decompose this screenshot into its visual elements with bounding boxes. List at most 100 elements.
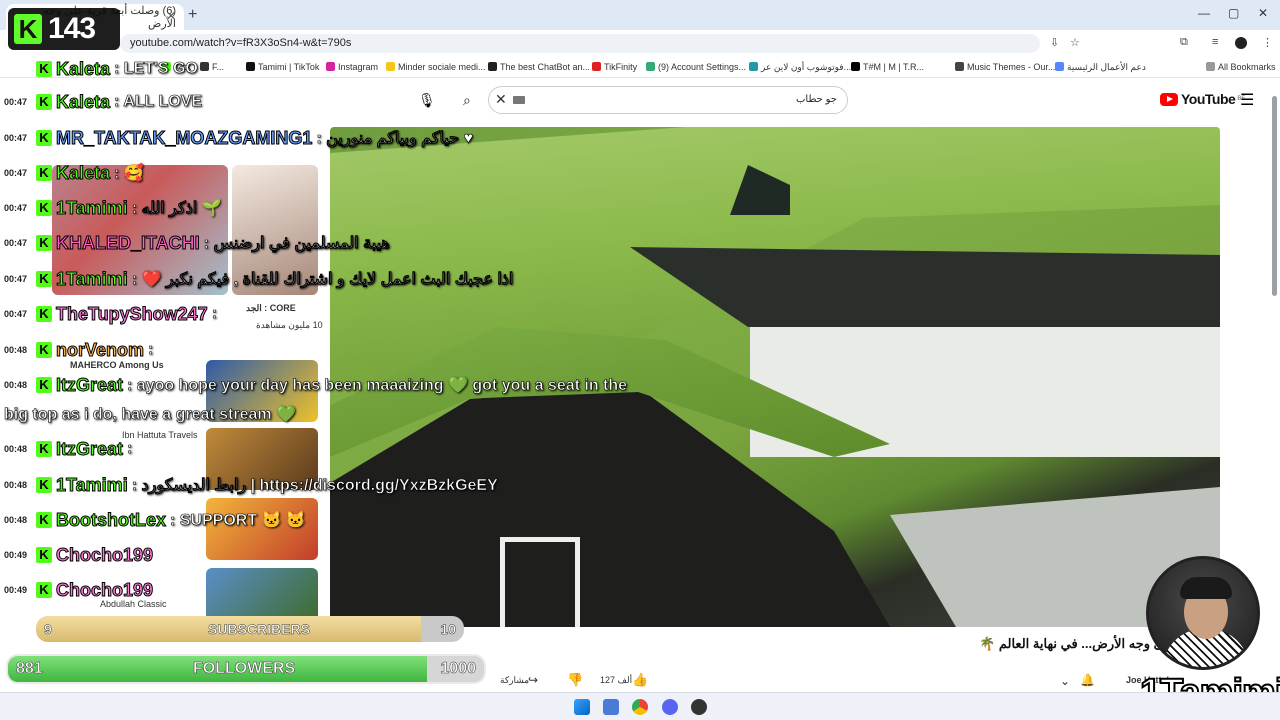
bookmark-item[interactable]: Minder sociale medi...	[386, 62, 486, 72]
chat-message: 00:47 K Kaleta: ALL LOVE	[4, 91, 202, 113]
file-explorer-icon[interactable]	[603, 699, 619, 715]
like-icon[interactable]: 👍	[632, 672, 648, 688]
chat-timestamp: 00:47	[4, 309, 28, 319]
kick-badge-icon: K	[36, 477, 52, 493]
chat-timestamp: 00:47	[4, 238, 28, 248]
chat-text: :	[211, 305, 218, 323]
youtube-play-icon	[1160, 92, 1178, 106]
notification-bell-icon[interactable]: 🔔	[1080, 673, 1095, 687]
kick-badge-icon: K	[36, 200, 52, 216]
chat-username[interactable]: ItzGreat	[55, 374, 123, 396]
close-window-icon[interactable]: ✕	[1258, 6, 1268, 20]
chat-text: : اذكر الله 🌱	[131, 200, 222, 218]
bookmark-item[interactable]: F...	[200, 62, 224, 72]
microphone-icon[interactable]: 🎙	[418, 92, 436, 109]
discord-icon[interactable]	[662, 699, 678, 715]
chat-username[interactable]: TheTupyShow247	[56, 303, 209, 325]
kick-badge-icon: K	[36, 547, 52, 563]
bookmark-item[interactable]: فوتوشوب أون لاين عر...	[749, 62, 851, 73]
guide-menu-icon[interactable]: ☰	[1240, 90, 1254, 110]
bookmark-item[interactable]: (9) Account Settings...	[646, 62, 746, 72]
chat-text: : ❤️ اذا عجبك البث اعمل لايك و اشتراك لل…	[131, 271, 514, 289]
new-tab-icon[interactable]: +	[188, 6, 197, 24]
bookmark-star-icon[interactable]: ☆	[1070, 36, 1080, 49]
chat-text: : ALL LOVE	[114, 93, 203, 111]
kick-badge-icon: K	[36, 130, 52, 146]
followers-target: 1000	[440, 660, 476, 678]
chat-username[interactable]: 1Tamimi	[56, 474, 129, 496]
chat-username[interactable]: MR_TAKTAK_MOAZGAMING1	[55, 127, 312, 149]
chat-text: :	[148, 341, 154, 359]
keyboard-icon[interactable]	[513, 96, 525, 104]
suggestion-channel: Ibn Hattuta Travels	[122, 430, 198, 440]
kick-badge-icon: K	[36, 94, 52, 110]
kick-badge-icon: K	[36, 377, 52, 393]
kick-badge-icon: K	[36, 342, 52, 358]
chat-username[interactable]: Chocho199	[55, 579, 153, 601]
browser-tab-bar: (6) وصلت أبعد قرية على وجه الأرض ✕ + — ▢…	[0, 0, 1280, 30]
clear-search-icon[interactable]: ✕	[495, 91, 507, 108]
chat-username[interactable]: BootshotLex	[56, 509, 167, 531]
dislike-icon[interactable]: 👎	[567, 672, 583, 688]
chat-username[interactable]: 1Tamimi	[56, 197, 129, 219]
scrollbar-thumb[interactable]	[1272, 96, 1277, 296]
bookmark-item[interactable]: TikFinity	[592, 62, 637, 72]
close-tab-icon[interactable]: ✕	[166, 9, 176, 23]
bookmark-item[interactable]: Music Themes - Our...	[955, 62, 1055, 72]
maximize-icon[interactable]: ▢	[1228, 6, 1239, 20]
chat-username[interactable]: Kaleta	[55, 162, 110, 184]
chat-message: 00:47 K KHALED_ITACHI: هيبة المسلمين في ار…	[4, 232, 390, 254]
chat-username[interactable]: Kaleta	[55, 58, 110, 80]
chat-username[interactable]: KHALED_ITACHI	[56, 232, 201, 254]
subscribers-target: 10	[440, 621, 456, 638]
search-icon[interactable]: ⌕	[463, 92, 471, 109]
chat-message: 00:47 K Kaleta: 🥰	[4, 162, 144, 184]
subscribers-label: SUBSCRIBERS	[208, 621, 310, 638]
share-button[interactable]: مشاركة	[500, 675, 529, 686]
chat-username[interactable]: Chocho199	[55, 544, 153, 566]
expand-chevron-icon[interactable]: ⌄	[1060, 674, 1070, 688]
chat-username[interactable]: ItzGreat	[55, 438, 123, 460]
windows-taskbar	[0, 692, 1280, 720]
chat-username[interactable]: norVenom	[55, 339, 144, 361]
search-input[interactable]: ⌕ ✕ جو حطاب	[463, 86, 848, 114]
chat-message: 00:47 K 1Tamimi: ❤️ اذا عجبك البث اعمل لاي…	[4, 268, 514, 290]
kick-badge-icon: K	[36, 582, 52, 598]
chrome-icon[interactable]	[632, 699, 648, 715]
start-icon[interactable]	[574, 699, 590, 715]
kick-badge-count: 143	[48, 12, 96, 45]
chat-timestamp: 00:47	[4, 203, 28, 213]
chat-timestamp: 00:49	[4, 550, 28, 560]
downloads-icon[interactable]: ≡	[1212, 36, 1218, 48]
install-icon[interactable]: ⇩	[1050, 36, 1059, 49]
chat-message: 00:47 K TheTupyShow247:	[4, 303, 217, 325]
like-count[interactable]: 127 ألف	[600, 675, 632, 686]
bookmark-item[interactable]: دعم الأعمال الرئيسية	[1055, 62, 1146, 73]
suggestion-title: MAHERCO Among Us	[70, 360, 164, 370]
subscribers-current: 9	[44, 621, 52, 638]
chat-message: 00:48 KnorVenom:	[4, 339, 154, 361]
followers-goal-bar: 881 FOLLOWERS 1000	[6, 654, 486, 684]
kick-badge-icon: K	[36, 165, 52, 181]
chat-username[interactable]: Kaleta	[55, 91, 110, 113]
youtube-logo[interactable]: YouTube BE	[1160, 91, 1245, 107]
streamer-webcam	[1146, 556, 1260, 670]
bookmark-item[interactable]: Tamimi | TikTok	[246, 62, 319, 72]
chat-timestamp: 00:48	[4, 380, 28, 390]
bookmark-item[interactable]: T#M | M | T.R...	[851, 62, 924, 72]
suggestion-channel: CORE : الجد	[246, 303, 296, 313]
menu-dots-icon[interactable]: ⋮	[1262, 36, 1273, 49]
share-icon[interactable]: ↪	[528, 673, 538, 687]
minimize-icon[interactable]: —	[1198, 6, 1210, 20]
profile-avatar[interactable]	[1235, 37, 1247, 49]
url-field[interactable]: youtube.com/watch?v=fR3X3oSn4-w&t=790s	[120, 34, 1040, 53]
chat-username[interactable]: 1Tamimi	[56, 268, 129, 290]
chat-message-wrap: big top as i do, have a great stream 💚	[4, 406, 297, 424]
all-bookmarks[interactable]: All Bookmarks	[1206, 62, 1276, 72]
video-frame-house-roof	[630, 247, 1220, 327]
extensions-icon[interactable]: ⧉	[1180, 36, 1188, 49]
bookmark-item[interactable]: Instagram	[326, 62, 378, 72]
bookmark-item[interactable]: The best ChatBot an...	[488, 62, 590, 72]
chat-message: 00:49 K Chocho199	[4, 579, 157, 601]
obs-icon[interactable]	[691, 699, 707, 715]
